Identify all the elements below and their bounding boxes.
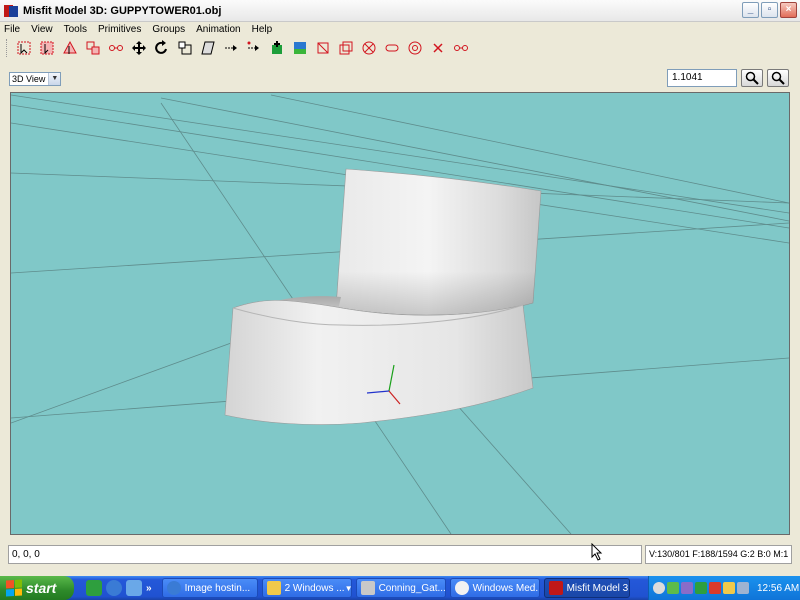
- view-bar: 3D View ▼ 1.1041: [0, 68, 800, 90]
- tray-arrow-icon[interactable]: [653, 582, 665, 594]
- mouse-pointer-icon: [591, 543, 603, 561]
- windows-flag-icon: [6, 579, 22, 597]
- rotate-icon[interactable]: [151, 37, 173, 59]
- move-icon[interactable]: [128, 37, 150, 59]
- app-icon: [548, 581, 563, 595]
- task-label: Windows Med...: [472, 582, 540, 594]
- menu-file[interactable]: File: [4, 24, 20, 35]
- select-faces-icon[interactable]: [36, 37, 58, 59]
- paint-icon: [360, 581, 375, 595]
- menu-tools[interactable]: Tools: [64, 24, 87, 35]
- show-desktop-icon[interactable]: [126, 580, 142, 596]
- clock: 12:56 AM: [757, 582, 800, 594]
- window-title: Misfit Model 3D: GUPPYTOWER01.obj: [23, 4, 222, 17]
- 3d-viewport[interactable]: [10, 92, 790, 535]
- model-mesh[interactable]: [224, 168, 542, 425]
- tray-volume-icon[interactable]: [737, 582, 749, 594]
- select-vertices-icon[interactable]: [13, 37, 35, 59]
- messenger-icon[interactable]: [86, 580, 102, 596]
- task-windows-media[interactable]: Windows Med...: [449, 578, 540, 598]
- status-bar: 0, 0, 0 V:130/801 F:188/1594 G:2 B:0 M:1: [0, 542, 800, 568]
- tray-messenger-icon[interactable]: [681, 582, 693, 594]
- menu-view[interactable]: View: [31, 24, 53, 35]
- select-bones-icon[interactable]: [105, 37, 127, 59]
- start-button[interactable]: start: [0, 576, 74, 600]
- folder-icon: [266, 581, 281, 595]
- magnifier-icon: [771, 71, 785, 85]
- chevron-down-icon: ▼: [345, 584, 351, 593]
- zoom-in-button[interactable]: [741, 69, 763, 87]
- view-mode-select[interactable]: 3D View ▼: [9, 72, 62, 86]
- tray-app-icon[interactable]: [695, 582, 707, 594]
- cube-icon[interactable]: [312, 37, 334, 59]
- minimize-button[interactable]: _: [742, 2, 759, 18]
- maximize-button[interactable]: ▫: [761, 2, 778, 18]
- task-conning-gate[interactable]: Conning_Gat...: [355, 578, 446, 598]
- background-icon[interactable]: [289, 37, 311, 59]
- menu-bar: File View Tools Primitives Groups Animat…: [0, 22, 800, 36]
- select-connected-icon[interactable]: [59, 37, 81, 59]
- zoom-out-button[interactable]: [767, 69, 789, 87]
- system-tray: 12:56 AM: [648, 576, 800, 600]
- capsule-icon[interactable]: [381, 37, 403, 59]
- menu-help[interactable]: Help: [252, 24, 273, 35]
- task-label: Conning_Gat...: [378, 582, 446, 594]
- task-label: 2 Windows ...: [284, 582, 345, 594]
- task-misfit-model[interactable]: Misfit Model 3...: [543, 578, 630, 598]
- chevron-down-icon[interactable]: ▼: [48, 73, 61, 85]
- tray-network-icon[interactable]: [667, 582, 679, 594]
- task-label: Misfit Model 3...: [566, 582, 629, 594]
- extrude-icon[interactable]: [220, 37, 242, 59]
- shear-icon[interactable]: [197, 37, 219, 59]
- quick-launch-more-button[interactable]: »: [146, 583, 152, 594]
- tool-bar: [0, 36, 800, 60]
- app-icon: [3, 3, 19, 19]
- menu-groups[interactable]: Groups: [152, 24, 185, 35]
- quick-launch: »: [86, 580, 152, 596]
- cylinder-icon[interactable]: [358, 37, 380, 59]
- joint-icon[interactable]: [450, 37, 472, 59]
- task-windows-explorer[interactable]: 2 Windows ... ▼: [261, 578, 352, 598]
- task-label: Image hostin...: [184, 582, 251, 594]
- internet-explorer-icon[interactable]: [106, 580, 122, 596]
- tray-antivirus-icon[interactable]: [709, 582, 721, 594]
- tray-security-icon[interactable]: [723, 582, 735, 594]
- menu-animation[interactable]: Animation: [196, 24, 240, 35]
- model-stats: V:130/801 F:188/1594 G:2 B:0 M:1: [645, 545, 792, 564]
- ellipsoid-icon[interactable]: [335, 37, 357, 59]
- title-bar: Misfit Model 3D: GUPPYTOWER01.obj _ ▫ ×: [0, 0, 800, 22]
- select-groups-icon[interactable]: [82, 37, 104, 59]
- polygon-icon[interactable]: [427, 37, 449, 59]
- internet-explorer-icon: [166, 581, 181, 595]
- add-face-icon[interactable]: [266, 37, 288, 59]
- toolbar-grip[interactable]: [6, 39, 9, 57]
- view-mode-label: 3D View: [12, 74, 46, 84]
- model-lower-segment[interactable]: [224, 300, 534, 425]
- menu-primitives[interactable]: Primitives: [98, 24, 141, 35]
- scale-icon[interactable]: [174, 37, 196, 59]
- close-button[interactable]: ×: [780, 2, 797, 18]
- taskbar: start » Image hostin... 2 Windows ... ▼ …: [0, 576, 800, 600]
- start-label: start: [26, 580, 57, 596]
- add-vertex-icon[interactable]: [243, 37, 265, 59]
- task-image-hosting[interactable]: Image hostin...: [161, 578, 258, 598]
- media-player-icon: [454, 581, 469, 595]
- coordinates-readout: 0, 0, 0: [8, 545, 642, 564]
- magnifier-icon: [745, 71, 759, 85]
- zoom-input[interactable]: 1.1041: [667, 69, 737, 87]
- torus-icon[interactable]: [404, 37, 426, 59]
